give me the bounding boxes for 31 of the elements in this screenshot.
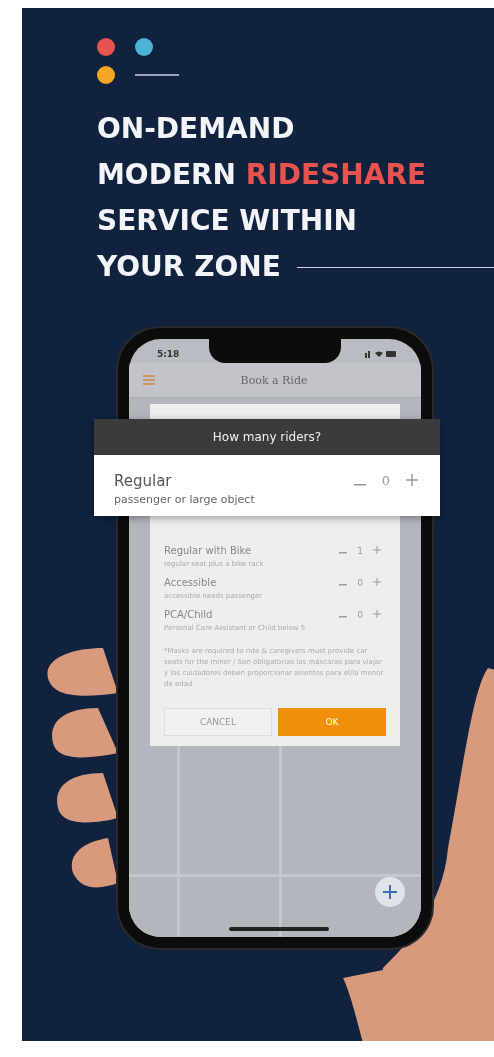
plus-icon bbox=[373, 610, 381, 618]
screen-title: Book a Ride bbox=[239, 373, 309, 387]
minus-icon bbox=[339, 552, 347, 554]
dialog-title: How many riders? bbox=[94, 419, 440, 455]
rider-count: 0 bbox=[356, 577, 364, 588]
rider-type-name: Accessible bbox=[164, 577, 218, 588]
ok-button[interactable]: OK bbox=[278, 708, 386, 736]
headline-text: ON-DEMAND bbox=[97, 111, 295, 147]
rider-type-description: passenger or large object bbox=[114, 493, 256, 506]
status-icons bbox=[365, 350, 397, 358]
plus-icon bbox=[373, 578, 381, 586]
crosshair-icon bbox=[383, 885, 397, 899]
minus-icon bbox=[339, 584, 347, 586]
locate-button[interactable] bbox=[375, 877, 405, 907]
accent-line bbox=[135, 74, 179, 76]
headline-text: YOUR ZONE bbox=[97, 249, 281, 285]
headline-text: SERVICE WITHIN bbox=[97, 203, 358, 239]
rider-count: 0 bbox=[356, 609, 364, 620]
status-time: 5:18 bbox=[157, 349, 180, 359]
plus-icon bbox=[406, 474, 418, 486]
rider-count: 1 bbox=[356, 545, 364, 556]
minus-icon bbox=[354, 484, 366, 486]
rider-type-name: Regular with Bike bbox=[164, 545, 253, 556]
plus-icon bbox=[373, 546, 381, 554]
headline-text: MODERN RIDESHARE bbox=[97, 157, 427, 193]
rider-type-name: Regular bbox=[114, 471, 173, 490]
minus-icon bbox=[339, 616, 347, 618]
rider-count: 0 bbox=[380, 473, 392, 488]
menu-icon[interactable] bbox=[143, 375, 155, 385]
rider-type-name: PCA/Child bbox=[164, 609, 214, 620]
cancel-button[interactable]: CANCEL bbox=[164, 708, 272, 736]
